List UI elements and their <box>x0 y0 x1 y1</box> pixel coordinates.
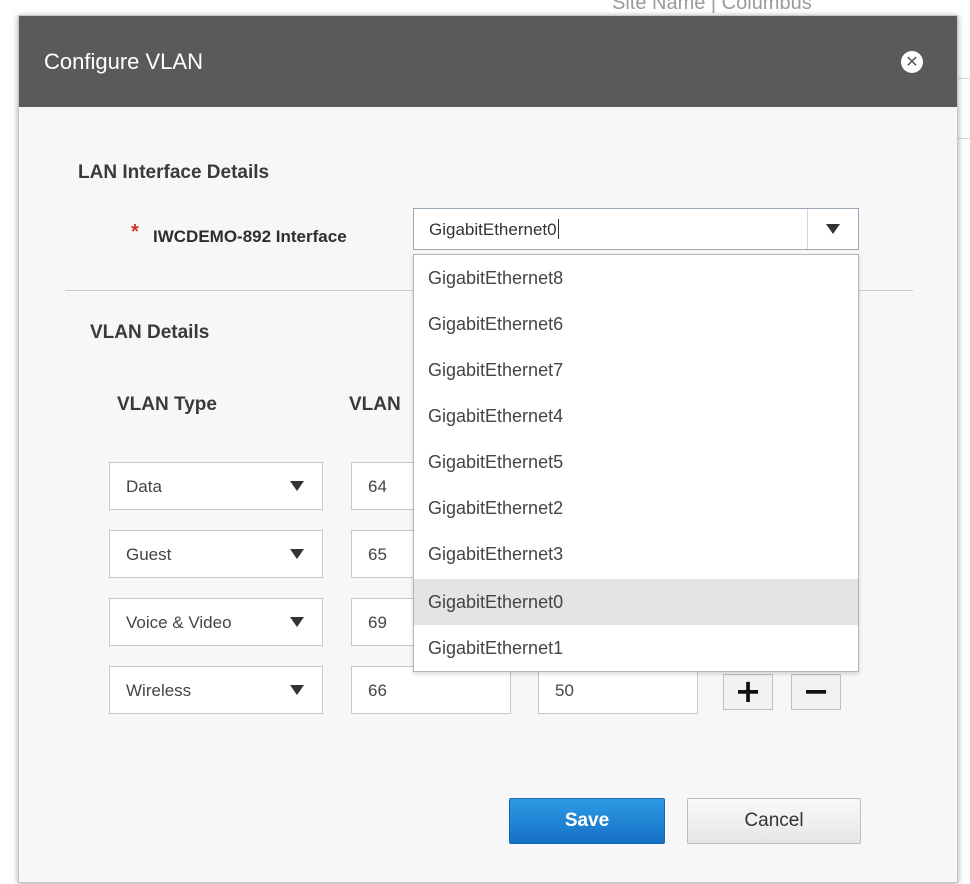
vlan-id-value: 66 <box>368 681 387 700</box>
dropdown-option[interactable]: GigabitEthernet8 <box>414 255 858 301</box>
dialog-title: Configure VLAN <box>44 49 203 74</box>
background-site-name: Site Name | Columbus <box>612 0 812 14</box>
dropdown-option[interactable]: GigabitEthernet4 <box>414 393 858 439</box>
vlan-third-value: 50 <box>555 681 574 700</box>
dropdown-option[interactable]: GigabitEthernet5 <box>414 439 858 485</box>
vlan-column-header: VLAN <box>349 394 401 415</box>
save-button[interactable]: Save <box>509 798 665 844</box>
vlan-type-value: Voice & Video <box>126 613 232 632</box>
vlan-type-value: Data <box>126 477 162 496</box>
lan-interface-section-title: LAN Interface Details <box>78 162 270 183</box>
dropdown-option[interactable]: GigabitEthernet6 <box>414 301 858 347</box>
cancel-button[interactable]: Cancel <box>687 798 861 844</box>
vlan-type-column-header: VLAN Type <box>117 394 217 415</box>
vlan-type-value: Guest <box>126 545 172 564</box>
remove-row-button[interactable]: − <box>791 674 841 710</box>
vlan-id-value: 64 <box>368 477 387 496</box>
dropdown-option[interactable]: GigabitEthernet3 <box>414 531 858 577</box>
vlan-id-input-wireless[interactable]: 66 <box>351 666 511 714</box>
chevron-down-icon <box>290 617 304 627</box>
dropdown-option[interactable]: GigabitEthernet1 <box>414 625 858 671</box>
interface-select-value[interactable]: GigabitEthernet0 <box>429 219 559 240</box>
vlan-type-select-voice-video[interactable]: Voice & Video <box>109 598 323 646</box>
vlan-details-section-title: VLAN Details <box>90 322 210 343</box>
vlan-id-value: 69 <box>368 613 387 632</box>
vlan-id-value: 65 <box>368 545 387 564</box>
chevron-down-icon <box>290 481 304 491</box>
interface-select[interactable]: GigabitEthernet0 <box>413 208 859 250</box>
add-row-button[interactable]: + <box>723 674 773 710</box>
chevron-down-icon <box>826 224 840 234</box>
dropdown-option[interactable]: GigabitEthernet2 <box>414 485 858 531</box>
chevron-down-icon <box>290 685 304 695</box>
vlan-third-input-wireless[interactable]: 50 <box>538 666 698 714</box>
interface-select-toggle[interactable] <box>807 209 858 249</box>
dropdown-option-highlighted[interactable]: GigabitEthernet0 <box>414 579 858 625</box>
vlan-type-select-guest[interactable]: Guest <box>109 530 323 578</box>
vlan-type-select-data[interactable]: Data <box>109 462 323 510</box>
vlan-type-value: Wireless <box>126 681 192 700</box>
dropdown-option[interactable]: GigabitEthernet7 <box>414 347 858 393</box>
dialog-header: Configure VLAN ✕ <box>19 16 957 107</box>
interface-dropdown-list: GigabitEthernet8 GigabitEthernet6 Gigabi… <box>413 254 859 672</box>
configure-vlan-dialog: Configure VLAN ✕ LAN Interface Details *… <box>18 15 958 883</box>
close-icon[interactable]: ✕ <box>901 51 923 73</box>
interface-label: IWCDEMO-892 Interface <box>153 227 347 246</box>
chevron-down-icon <box>290 549 304 559</box>
text-cursor <box>557 219 559 239</box>
required-marker: * <box>131 221 139 243</box>
vlan-type-select-wireless[interactable]: Wireless <box>109 666 323 714</box>
